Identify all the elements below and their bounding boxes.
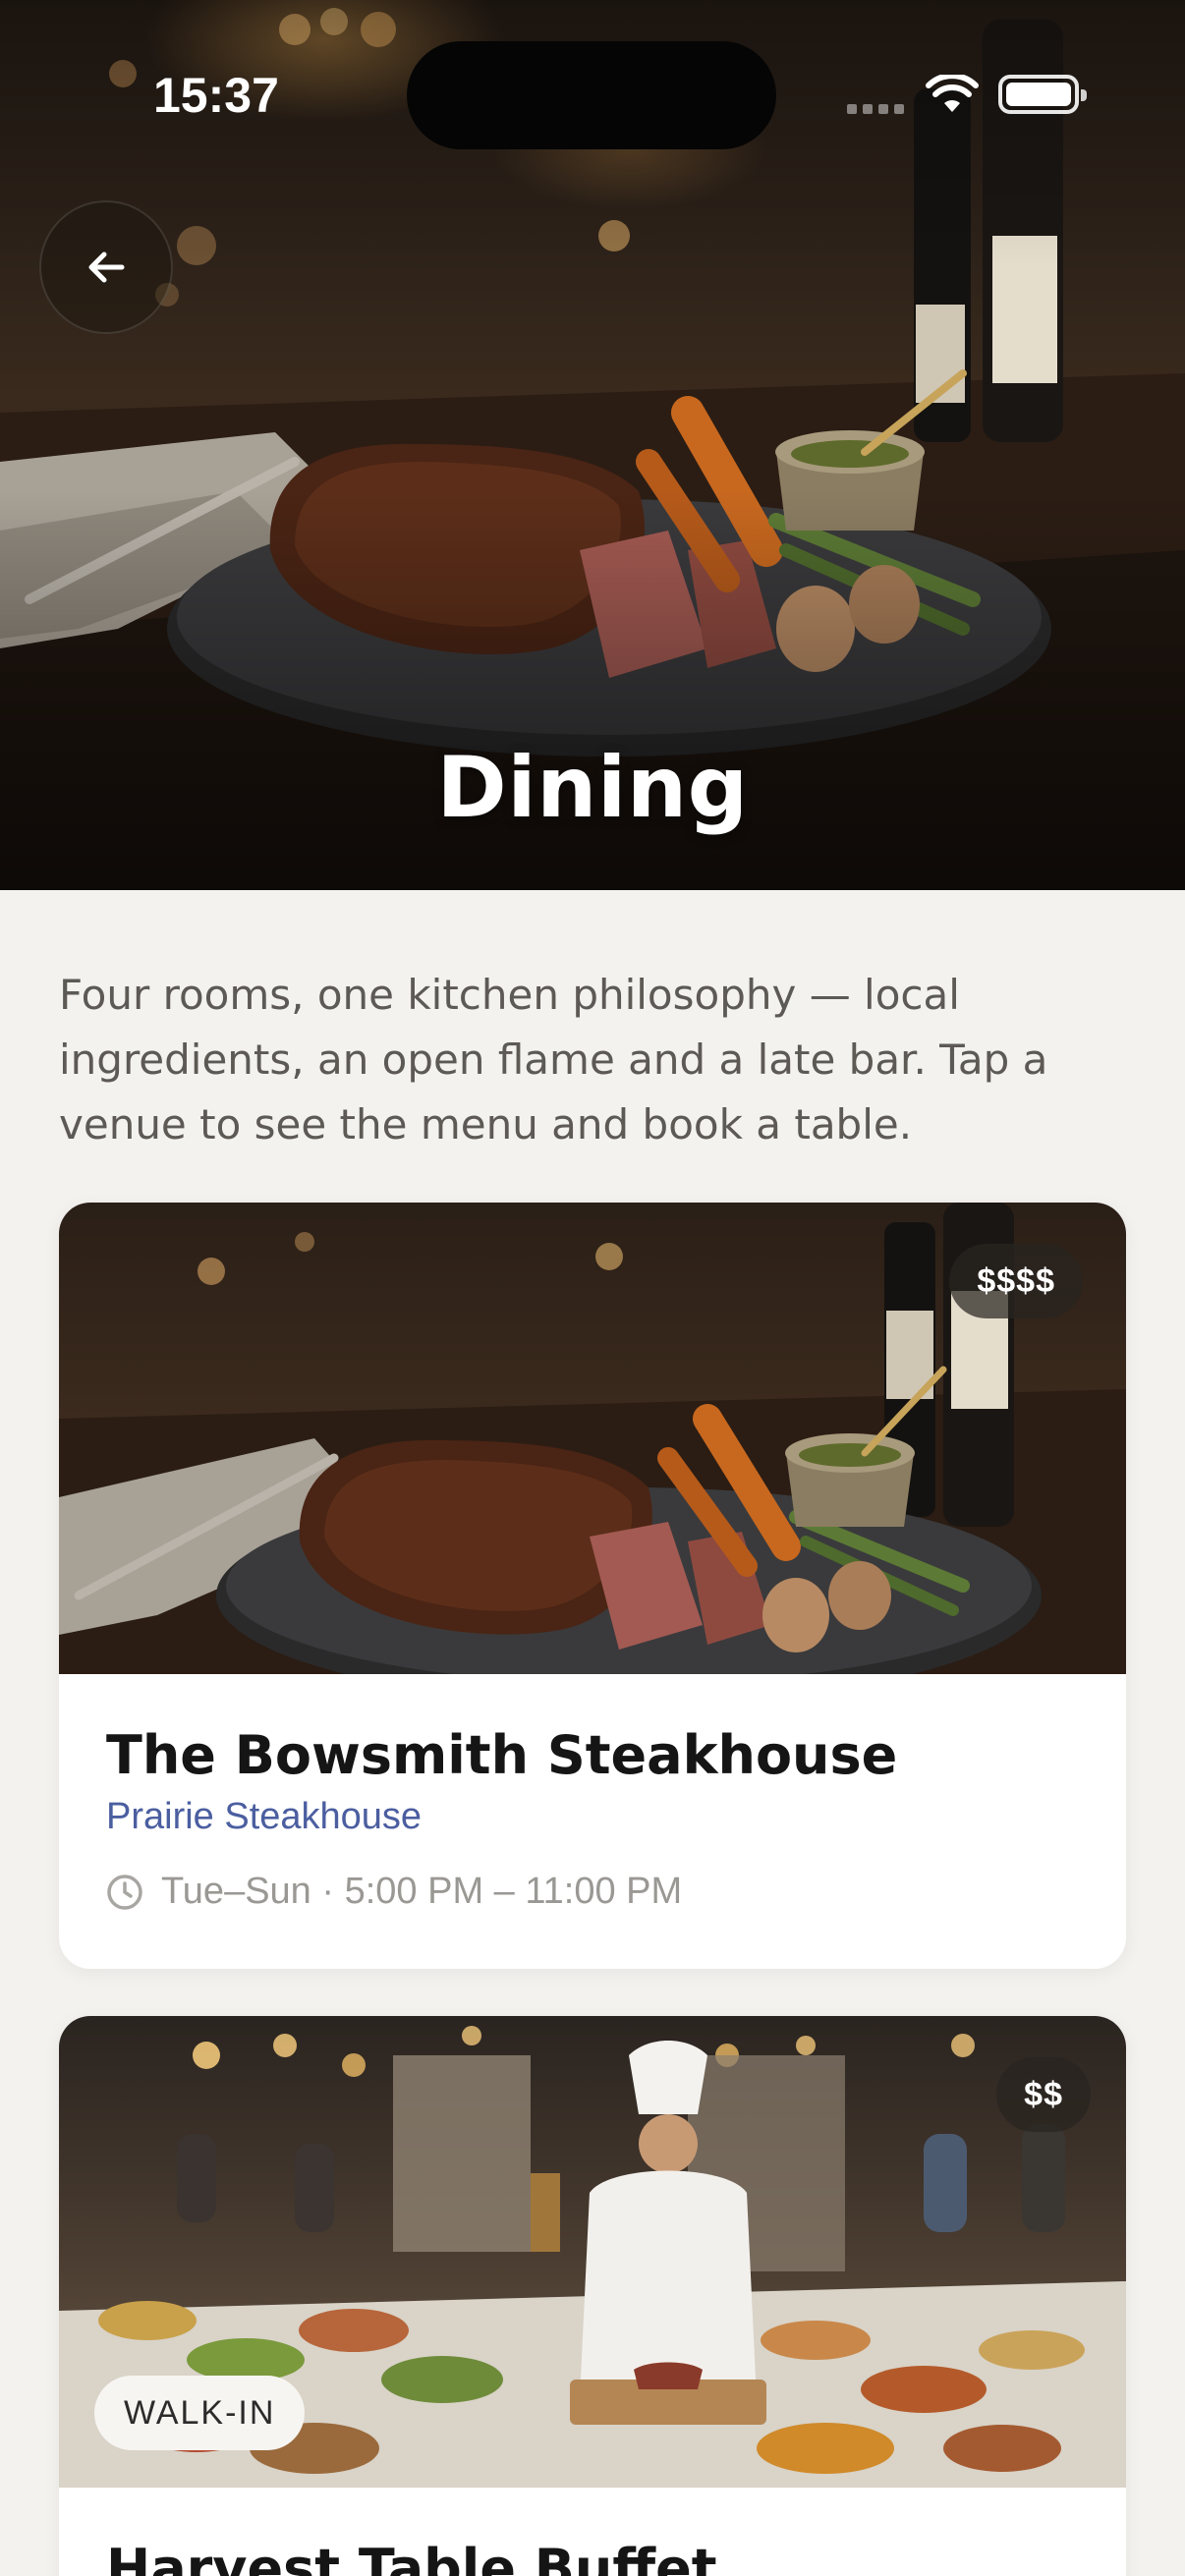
status-time: 15:37 [153,68,279,123]
clock-icon [107,1874,142,1910]
intro-text: Four rooms, one kitchen philosophy — loc… [59,971,1048,1148]
venue-cuisine: Prairie Steakhouse [106,1796,423,1837]
page-title: Dining [436,739,749,837]
back-button[interactable] [39,200,173,334]
venue-card[interactable]: $$$$ The Bowsmith Steakhouse Prairie Ste… [59,1203,1126,1969]
venue-name: Harvest Table Buffet [106,2538,717,2576]
venue-card[interactable]: $$ WALK-IN Harvest Table Buffet [59,2016,1126,2576]
venue-name: The Bowsmith Steakhouse [106,1724,898,1786]
battery-icon [998,75,1087,114]
venue-hours: Tue–Sun · 5:00 PM – 11:00 PM [161,1871,683,1912]
price-badge: $$ [996,2057,1091,2132]
dynamic-island [407,41,776,149]
wifi-icon [926,75,979,112]
venue-photo: $$ WALK-IN [59,2016,1126,2488]
walk-in-badge: WALK-IN [94,2376,306,2450]
price-badge: $$$$ [949,1244,1083,1318]
cellular-signal-icon [847,104,904,114]
arrow-left-icon [88,252,125,283]
venue-hours-row: Tue–Sun · 5:00 PM – 11:00 PM [106,1871,1079,1913]
venue-photo: $$$$ [59,1203,1126,1674]
